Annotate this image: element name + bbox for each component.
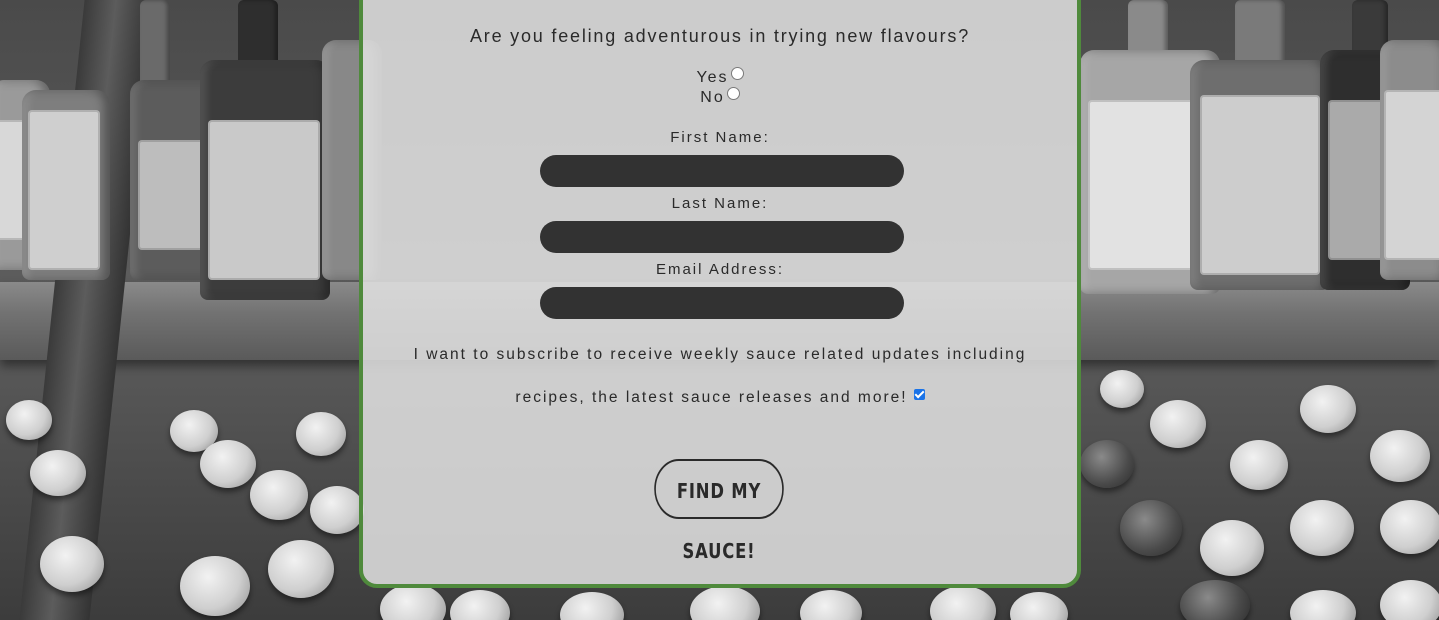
bottle-neck xyxy=(140,0,170,90)
bottle-label xyxy=(208,120,320,280)
radio-label-no: No xyxy=(700,89,725,106)
first-name-input[interactable] xyxy=(540,155,904,187)
bottle-cap xyxy=(30,450,86,496)
bottle-cap xyxy=(1380,500,1439,554)
email-label: Email Address: xyxy=(655,261,785,278)
bottle-cap xyxy=(200,440,256,488)
bottle-cap xyxy=(296,412,346,456)
radio-no[interactable] xyxy=(726,87,740,100)
bottle-cap xyxy=(930,586,996,620)
find-my-sauce-button[interactable]: FIND MY SAUCE! xyxy=(654,459,784,563)
bottle-cap xyxy=(1010,592,1068,620)
bottle-cap xyxy=(1100,370,1144,408)
bottle-label xyxy=(28,110,100,270)
bottle-cap xyxy=(268,540,334,598)
bottle-cap xyxy=(6,400,52,440)
last-name-label: Last Name: xyxy=(671,195,769,212)
bottle-cap xyxy=(1290,590,1356,620)
radio-yes[interactable] xyxy=(730,67,744,80)
subscribe-text-line2: recipes, the latest sauce releases and m… xyxy=(515,389,908,406)
bottle-cap xyxy=(180,556,250,616)
bottle-cap xyxy=(1230,440,1288,490)
bottle-cap xyxy=(1200,520,1264,576)
radio-option-yes[interactable]: Yes xyxy=(363,67,1077,87)
radio-option-no[interactable]: No xyxy=(363,87,1077,107)
bottle-cap xyxy=(1180,580,1250,620)
bottle-cap xyxy=(250,470,308,520)
bottle-cap xyxy=(690,586,760,620)
subscribe-text-line1: I want to subscribe to receive weekly sa… xyxy=(413,346,1027,363)
bottle-cap xyxy=(1380,580,1439,620)
bottle-cap xyxy=(310,486,364,534)
bottle-cap xyxy=(1120,500,1182,556)
bottle-cap xyxy=(1370,430,1430,482)
email-input[interactable] xyxy=(540,287,904,319)
subscribe-checkbox[interactable] xyxy=(913,389,925,400)
sauce-finder-form: Are you feeling adventurous in trying ne… xyxy=(359,0,1081,588)
bottle-cap xyxy=(380,584,446,620)
bottle-cap xyxy=(800,590,862,620)
bottle-cap xyxy=(560,592,624,620)
first-name-label: First Name: xyxy=(670,129,770,146)
bottle-label xyxy=(1200,95,1320,275)
bottle-label xyxy=(1384,90,1439,260)
bottle-cap xyxy=(1080,440,1134,488)
bottle-cap xyxy=(1150,400,1206,448)
bottle-cap xyxy=(1300,385,1356,433)
subscribe-row: recipes, the latest sauce releases and m… xyxy=(363,389,1077,407)
adventurous-question: Are you feeling adventurous in trying ne… xyxy=(469,26,971,46)
radio-label-yes: Yes xyxy=(696,69,729,86)
bottle-cap xyxy=(450,590,510,620)
last-name-input[interactable] xyxy=(540,221,904,253)
bottle-cap xyxy=(40,536,104,592)
bottle-cap xyxy=(1290,500,1354,556)
